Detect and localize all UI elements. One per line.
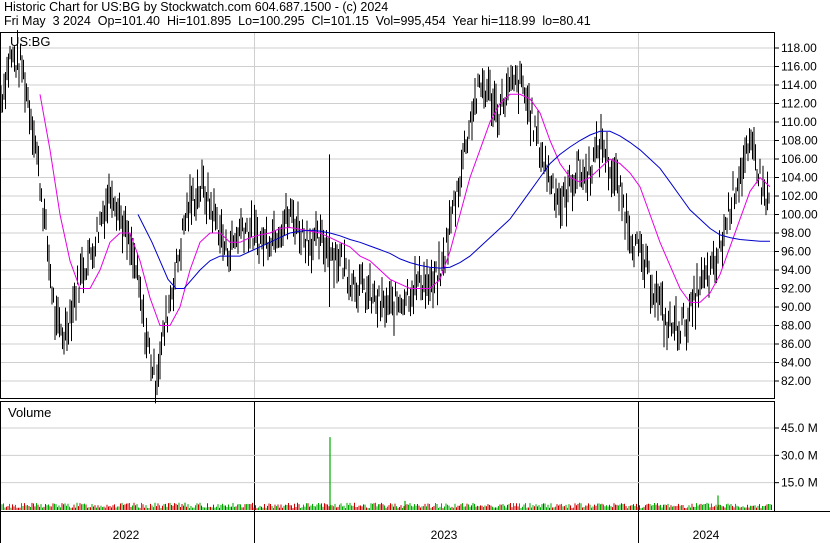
- year-label: 2023: [431, 528, 458, 542]
- price-tick-label: 118.00: [781, 41, 817, 55]
- price-tick-label: 112.00: [781, 97, 817, 111]
- price-tick-label: 116.00: [781, 60, 817, 74]
- price-tick-label: 88.00: [781, 319, 811, 333]
- volume-tick-label: 45.0 M: [781, 421, 818, 435]
- price-tick-label: 104.00: [781, 171, 818, 185]
- price-tick-label: 96.00: [781, 245, 811, 259]
- price-tick-label: 98.00: [781, 226, 811, 240]
- volume-bars: [1, 437, 772, 510]
- volume-tick-labels: 45.0 M 30.0 M 15.0 M: [781, 421, 818, 490]
- price-tick-label: 84.00: [781, 356, 811, 370]
- price-tick-label: 106.00: [781, 152, 818, 166]
- volume-tick-label: 30.0 M: [781, 448, 818, 462]
- price-tick-label: 108.00: [781, 134, 818, 148]
- price-tick-label: 92.00: [781, 282, 811, 296]
- price-tick-label: 114.00: [781, 78, 817, 92]
- price-tick-label: 86.00: [781, 337, 811, 351]
- volume-panel-frame: [0, 401, 775, 512]
- long-moving-average-line: [137, 130, 770, 289]
- price-tick-label: 110.00: [781, 115, 817, 129]
- price-tick-label: 94.00: [781, 263, 811, 277]
- volume-panel-title: Volume: [8, 405, 51, 420]
- price-tick-labels: 118.00 116.00 114.00 112.00 110.00 108.00 106.…: [781, 41, 818, 388]
- price-tick-label: 102.00: [781, 189, 818, 203]
- year-labels: 2022 2023 2024: [113, 528, 720, 542]
- year-label: 2024: [693, 528, 720, 542]
- price-tick-label: 90.00: [781, 300, 811, 314]
- volume-tick-label: 15.0 M: [781, 476, 818, 490]
- price-panel-title: US:BG: [10, 34, 50, 49]
- price-tick-label: 82.00: [781, 374, 811, 388]
- stock-chart: US:BG Volume 118.00 116.00 114.00 112.00 110…: [0, 30, 830, 543]
- price-bars: [0, 30, 770, 404]
- year-label: 2022: [113, 528, 140, 542]
- volume-grid: [1, 427, 779, 484]
- price-tick-label: 100.00: [781, 208, 818, 222]
